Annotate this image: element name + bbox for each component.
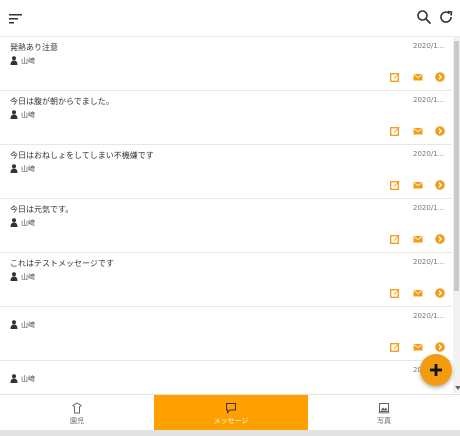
user-icon [10, 218, 18, 227]
mail-icon[interactable] [413, 126, 423, 136]
mail-icon[interactable] [413, 342, 423, 352]
message-date: 2020/1... [413, 96, 445, 104]
scroll-down-arrow-icon[interactable] [455, 386, 460, 390]
message-date: 2020/1... [413, 150, 445, 158]
scrollbar-thumb[interactable] [454, 41, 459, 291]
chevron-right-circle-icon[interactable] [435, 180, 445, 190]
edit-icon[interactable] [390, 126, 400, 136]
chevron-right-circle-icon[interactable] [435, 72, 445, 82]
bottom-edge [0, 430, 460, 436]
top-bar [0, 0, 460, 37]
nav-label: 園児 [70, 417, 84, 425]
author-name: 山﨑 [21, 57, 35, 65]
user-icon [10, 56, 18, 65]
message-title: 今日はおねしょをしてしまい不機嫌です [10, 151, 154, 160]
nav-tab-photos[interactable]: 写真 [308, 395, 460, 431]
mail-icon[interactable] [413, 180, 423, 190]
plus-icon [430, 364, 442, 376]
author-name: 山﨑 [21, 273, 35, 281]
app: 発熱あり注意 2020/1... 山﨑 今日は腹が朝からでました。 2020/1… [0, 0, 460, 436]
add-message-button[interactable] [420, 354, 452, 386]
scrollbar[interactable] [453, 37, 460, 393]
message-list: 発熱あり注意 2020/1... 山﨑 今日は腹が朝からでました。 2020/1… [0, 37, 452, 393]
user-icon [10, 164, 18, 173]
message-date: 2020/1... [413, 258, 445, 266]
message-date: 2020/1... [413, 312, 445, 320]
chevron-right-circle-icon[interactable] [435, 288, 445, 298]
photo-icon [378, 403, 390, 414]
user-icon [10, 272, 18, 281]
user-icon [10, 374, 18, 383]
mail-icon[interactable] [413, 234, 423, 244]
sort-icon[interactable] [9, 13, 23, 25]
search-icon[interactable] [416, 9, 432, 25]
edit-icon[interactable] [390, 342, 400, 352]
message-title: 発熱あり注意 [10, 43, 58, 52]
message-item[interactable]: 今日は腹が朝からでました。 2020/1... 山﨑 [0, 91, 452, 145]
author-name: 山﨑 [21, 111, 35, 119]
mail-icon[interactable] [413, 72, 423, 82]
edit-icon[interactable] [390, 72, 400, 82]
author-name: 山﨑 [21, 165, 35, 173]
chevron-right-circle-icon[interactable] [435, 126, 445, 136]
message-item[interactable]: 2020/1... 山﨑 [0, 307, 452, 361]
edit-icon[interactable] [390, 234, 400, 244]
author-name: 山﨑 [21, 219, 35, 227]
message-item[interactable]: 今日はおねしょをしてしまい不機嫌です 2020/1... 山﨑 [0, 145, 452, 199]
message-item[interactable]: 発熱あり注意 2020/1... 山﨑 [0, 37, 452, 91]
edit-icon[interactable] [390, 288, 400, 298]
bottom-navigation: 園児 メッセージ 写真 [0, 394, 460, 431]
child-icon [72, 402, 82, 414]
nav-tab-children[interactable]: 園児 [0, 395, 154, 431]
mail-icon[interactable] [413, 288, 423, 298]
author-name: 山﨑 [21, 321, 35, 329]
nav-tab-messages[interactable]: メッセージ [154, 395, 308, 431]
message-title: 今日は腹が朝からでました。 [10, 97, 114, 106]
nav-label: メッセージ [213, 417, 249, 425]
author-name: 山﨑 [21, 375, 35, 383]
chevron-right-circle-icon[interactable] [435, 342, 445, 352]
user-icon [10, 320, 18, 329]
message-item[interactable]: 20 山﨑 [0, 361, 452, 393]
message-title: これはテストメッセージです [10, 259, 114, 268]
chevron-right-circle-icon[interactable] [435, 234, 445, 244]
edit-icon[interactable] [390, 180, 400, 190]
refresh-icon[interactable] [438, 9, 454, 25]
nav-label: 写真 [377, 417, 391, 425]
message-date: 2020/1... [413, 204, 445, 212]
chat-icon [226, 403, 236, 414]
message-date: 2020/1... [413, 42, 445, 50]
user-icon [10, 110, 18, 119]
message-item[interactable]: 今日は元気です。 2020/1... 山﨑 [0, 199, 452, 253]
message-item[interactable]: これはテストメッセージです 2020/1... 山﨑 [0, 253, 452, 307]
message-title: 今日は元気です。 [10, 205, 74, 214]
